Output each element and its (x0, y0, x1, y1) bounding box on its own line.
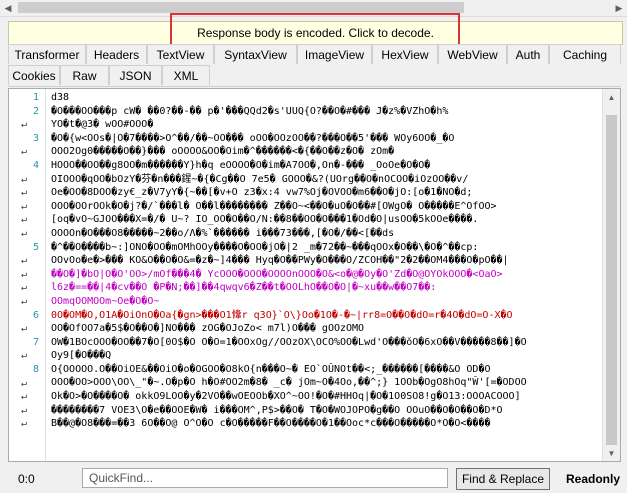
tab-syntaxview[interactable]: SyntaxView (214, 44, 297, 64)
code-line[interactable]: B��@�O8���=��3 6O��O@ O^O�O c�O�����F��O… (51, 417, 605, 431)
word-wrap-icon: ↵ (21, 173, 28, 185)
code-line[interactable]: l6z�==��|4�cv��O �P�N;��]��4qwqv6�Z��t�O… (51, 281, 605, 295)
code-line[interactable]: �O�{w<OOs�|O�7����>O^��/��~OO��� oOO�OOz… (51, 132, 605, 146)
chevron-left-icon[interactable]: ◀ (0, 0, 16, 16)
code-line[interactable]: [oq�vO~GJOO���X=�/� U~? IO_OO�O��O/N:��8… (51, 213, 605, 227)
tab-textview[interactable]: TextView (147, 44, 214, 64)
tab-auth[interactable]: Auth (507, 44, 549, 64)
gutter-separator (45, 89, 46, 461)
code-line[interactable]: OW�1BOcOOO�OO��7�O[0O$�O O�O=1�OOxOg//OO… (51, 336, 605, 350)
word-wrap-icon: ↵ (21, 255, 28, 267)
code-line[interactable]: OOO�OOrOOk�O�j?�/`���l� O��l�������� Z��… (51, 200, 605, 214)
word-wrap-icon: ↵ (21, 228, 28, 239)
code-line[interactable]: OOmqOOMOOm~Oe�O�O~ (51, 295, 605, 309)
line-number: 3 (32, 132, 39, 144)
line-number: 6 (32, 309, 39, 321)
word-wrap-icon: ↵ (21, 200, 28, 212)
code-line[interactable]: ��������7 VOE3\O�e��OOE�W� i���OM^,P$>��… (51, 404, 605, 418)
line-number: 8 (32, 364, 39, 375)
code-line[interactable]: OOOOn�O���O8�����~2��o/Λ�%`������ i���73… (51, 227, 605, 241)
word-wrap-icon: ↵ (21, 146, 28, 158)
code-line[interactable]: �^��O����b~:]ONO�OO�mOMhOOy����O�OO�jO�|… (51, 241, 605, 255)
code-line[interactable]: OOO2Og0�����O��}��� oOOOO&OO�Oim�^������… (51, 145, 605, 159)
code-line[interactable]: YO�t�@3� wOO#OOO� (51, 118, 605, 132)
word-wrap-icon: ↵ (21, 404, 28, 416)
line-number: 2 (32, 105, 39, 117)
code-line[interactable]: OOvOo�e�>��� KO&O��O�O&=�z�~]4��� Hyq�O�… (51, 254, 605, 268)
tab-cookies[interactable]: Cookies (8, 65, 60, 85)
readonly-indicator: Readonly (566, 472, 621, 486)
word-wrap-icon: ↵ (21, 296, 28, 307)
line-number-gutter: 1 2 ↵ 3 ↵ 4 ↵ ↵ ↵ ↵ ↵ 5 ↵ ↵ ↵ ↵ 6 ↵ 7 ↵ 8 ↵ ↵ ↵ ↵ (9, 89, 43, 461)
tab-caching[interactable]: Caching (549, 44, 621, 64)
word-wrap-icon: ↵ (21, 350, 28, 362)
word-wrap-icon: ↵ (21, 391, 28, 403)
chevron-up-icon[interactable]: ▲ (603, 89, 620, 105)
code-line[interactable]: OO�OfOO7a�5$�O��O�]NO��� zOG�OJoZo< m7l)… (51, 322, 605, 336)
word-wrap-icon: ↵ (21, 282, 28, 294)
code-line[interactable]: ��O�]�bO|O�O'OO>/mOf���4� YcOOO�OOO�OOOO… (51, 268, 605, 282)
tab-hexview[interactable]: HexView (372, 44, 438, 64)
tab-headers[interactable]: Headers (86, 44, 147, 64)
code-line[interactable]: O{OOOOO.O��OiOE&��OiO�o�OGOO�O8kO{n���O~… (51, 363, 605, 377)
word-wrap-icon: ↵ (21, 119, 28, 131)
line-number: 1 (32, 92, 39, 103)
tab-json[interactable]: JSON (109, 65, 162, 85)
tab-raw[interactable]: Raw (60, 65, 109, 85)
code-line[interactable]: �O���OO���p cW� ��0?��-�� p�'���QQd2�s'U… (51, 105, 605, 119)
tab-webview[interactable]: WebView (438, 44, 507, 64)
line-number: 5 (32, 241, 39, 253)
word-wrap-icon: ↵ (21, 418, 28, 430)
quickfind-input[interactable] (82, 468, 448, 488)
word-wrap-icon: ↵ (21, 323, 28, 335)
tab-xml[interactable]: XML (162, 65, 210, 85)
status-bar: 0:0 Find & Replace Readonly (0, 464, 627, 493)
word-wrap-icon: ↵ (21, 268, 28, 280)
code-line[interactable]: OIOOO�qOO�bOzY�芬�n���鍟~�{�Cg��O 7e5� GOO… (51, 173, 605, 187)
find-replace-button[interactable]: Find & Replace (456, 468, 550, 490)
code-line[interactable]: Ok�O>�O����O� okkO9LOO�y�2VO��wOEOOb�XO^… (51, 390, 605, 404)
editor-text-area[interactable]: d38 �O���OO���p cW� ��0?��-�� p�'���QQd2�… (51, 91, 605, 431)
chevron-down-icon[interactable]: ▼ (603, 445, 620, 461)
code-line[interactable]: OOO�OO>OOO\OO\_"�~.O�p�O h�O#OO2m�8� _c�… (51, 376, 605, 390)
tab-divider (8, 86, 621, 87)
code-line[interactable]: d38 (51, 91, 605, 105)
code-line[interactable]: HOOO��OO��g8OO�m������Y}h�q eOOOO�O�im�A… (51, 159, 605, 173)
response-body-editor[interactable]: 1 2 ↵ 3 ↵ 4 ↵ ↵ ↵ ↵ ↵ 5 ↵ ↵ ↵ ↵ 6 ↵ 7 ↵ 8 ↵ ↵ ↵ ↵ d38 �O���OO���p… (8, 88, 621, 462)
tab-imageview[interactable]: ImageView (297, 44, 372, 64)
chevron-right-icon[interactable]: ▶ (611, 0, 627, 16)
word-wrap-icon: ↵ (21, 214, 28, 226)
line-number: 7 (32, 336, 39, 348)
code-line[interactable]: Oy9[�O���Q (51, 349, 605, 363)
horizontal-scroll-thumb[interactable] (18, 2, 464, 13)
line-number: 4 (32, 160, 39, 171)
code-line[interactable]: 0O�OM�O,O1A�OiOnO�Oa{�gn>���O1鞗r q3O}`O\… (51, 309, 605, 323)
vertical-scrollbar[interactable]: ▲ ▼ (602, 89, 620, 461)
code-line[interactable]: Oe�OO�8DOO�zy€_z�V7yY�{~��[�v+O z3�x:4 v… (51, 186, 605, 200)
word-wrap-icon: ↵ (21, 377, 28, 389)
cursor-position: 0:0 (18, 472, 35, 486)
word-wrap-icon: ↵ (21, 187, 28, 199)
vertical-scroll-thumb[interactable] (606, 115, 617, 445)
tab-transformer[interactable]: Transformer (8, 44, 86, 64)
